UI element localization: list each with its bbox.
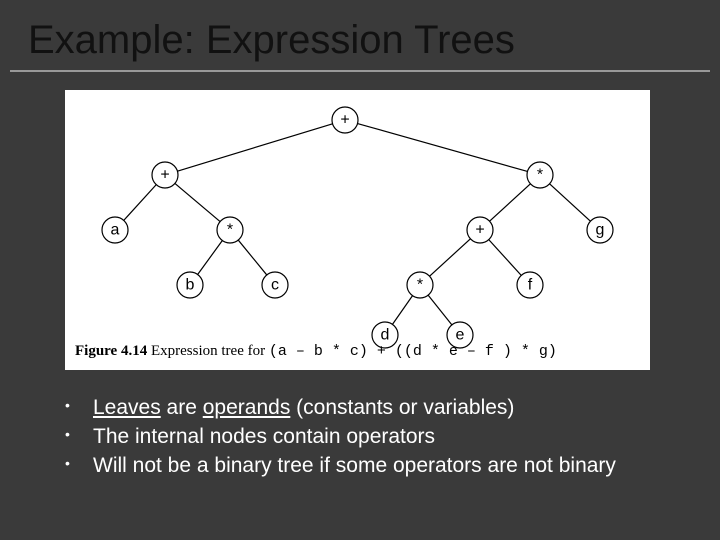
title-underline: [10, 70, 710, 72]
figure-panel: + + * a * + g b c * f d e Figure 4.14 Expression tre…: [65, 90, 650, 370]
tree-node-label: b: [186, 277, 195, 294]
tree-node-label: +: [475, 222, 484, 239]
tree-edge: [198, 241, 223, 275]
bullet-list: •Leaves are operands (constants or varia…: [65, 395, 665, 482]
tree-node-label: c: [271, 277, 279, 294]
tree-node-label: *: [227, 222, 233, 239]
tree-edge: [238, 240, 267, 275]
tree-node-label: f: [528, 277, 533, 294]
tree-edge: [489, 240, 522, 276]
tree-edge: [428, 295, 452, 325]
tree-node-label: g: [596, 222, 605, 239]
list-item: •Will not be a binary tree if some opera…: [65, 453, 665, 480]
tree-edge: [124, 185, 157, 221]
list-item: •The internal nodes contain operators: [65, 424, 665, 451]
bullet-text: Leaves are operands (constants or variab…: [93, 395, 665, 422]
figure-caption-text: Expression tree for: [151, 343, 265, 359]
tree-node-label: *: [537, 167, 543, 184]
bullet-dot-icon: •: [65, 424, 93, 444]
tree-node-label: d: [381, 327, 390, 344]
tree-node-label: *: [417, 277, 423, 294]
figure-caption: Figure 4.14 Expression tree for (a – b *…: [75, 343, 557, 360]
tree-edge: [392, 296, 412, 325]
bullet-text: Will not be a binary tree if some operat…: [93, 453, 665, 480]
tree-node-label: a: [111, 222, 120, 239]
bullet-dot-icon: •: [65, 395, 93, 415]
list-item: •Leaves are operands (constants or varia…: [65, 395, 665, 422]
tree-edge: [550, 184, 591, 221]
tree-edge: [177, 124, 332, 171]
page-title: Example: Expression Trees: [28, 18, 515, 63]
figure-expression: (a – b * c) + ((d * e – f ) * g): [269, 343, 557, 360]
tree-edge: [490, 184, 531, 221]
tree-node-label: e: [456, 327, 465, 344]
figure-number: Figure 4.14: [75, 343, 147, 359]
tree-edge: [430, 239, 471, 276]
tree-edge: [358, 124, 528, 172]
tree-edge: [175, 183, 220, 221]
tree-node-label: +: [340, 112, 349, 129]
expression-tree-diagram: + + * a * + g b c * f d e: [65, 90, 650, 355]
tree-node-label: +: [160, 167, 169, 184]
bullet-dot-icon: •: [65, 453, 93, 473]
bullet-text: The internal nodes contain operators: [93, 424, 665, 451]
